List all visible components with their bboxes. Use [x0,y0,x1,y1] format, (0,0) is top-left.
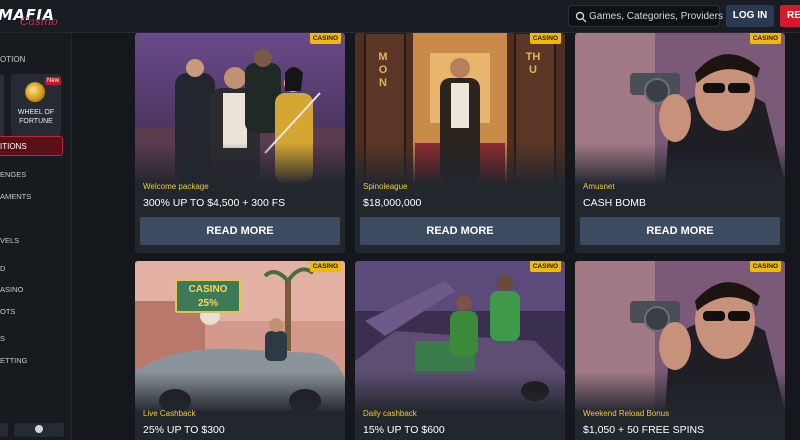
casino-sign: CASINO 25% [175,279,241,313]
read-more-button[interactable]: READ MORE [580,217,780,245]
sidebar: OTION New WHEEL OF FORTUNE ITIONS ENGES … [0,33,72,440]
category-badge: CASINO [529,33,561,44]
sidebar-item-levels[interactable]: VELS [0,236,19,245]
sidebar-item-promotions[interactable]: ITIONS [0,136,63,156]
promo-card-welcome[interactable]: CASINO Welcome package 300% UP TO $4,500… [135,33,345,253]
promo-card-cash-bomb[interactable]: CASINO Amusnet CASH BOMB READ MORE [575,33,785,253]
wheel-of-fortune-label: WHEEL OF FORTUNE [11,108,61,126]
promo-subtitle: Live Cashback [143,409,196,418]
sidebar-item-tournaments[interactable]: AMENTS [0,192,31,201]
promo-card-weekend-reload[interactable]: CASINO Weekend Reload Bonus $1,050 + 50 … [575,261,785,440]
category-badge: CASINO [529,261,561,272]
promo-title: $18,000,000 [363,197,422,209]
promo-card-spinoleague[interactable]: MON THU CASINO Spinoleague $18,000,000 R… [355,33,565,253]
sidebar-item-d[interactable]: D [0,264,5,273]
search-placeholder: Games, Categories, Providers [589,11,723,22]
sidebar-item-betting[interactable]: ETTING [0,356,28,365]
promo-title: 25% UP TO $300 [143,424,225,436]
promo-title: 15% UP TO $600 [363,424,445,436]
wheel-label-line1: WHEEL OF [17,109,55,116]
category-badge: CASINO [749,33,781,44]
category-badge: CASINO [749,261,781,272]
search-icon [575,10,587,23]
art-fade [575,371,785,411]
category-badge: CASINO [309,261,341,272]
sidebar-item-casino[interactable]: ASINO [0,285,23,294]
search-input[interactable]: Games, Categories, Providers [568,5,723,27]
support-icon [35,425,43,433]
sidebar-item-challenges[interactable]: ENGES [0,170,26,179]
promo-card-daily-cashback[interactable]: CASINO Daily cashback 15% UP TO $600 [355,261,565,440]
page: MAFIA Casino Games, Categories, Provider… [0,0,800,440]
promotions-grid: CASINO Welcome package 300% UP TO $4,500… [72,33,800,440]
door-text-right: THU [525,51,541,76]
sidebar-bottom-controls [0,419,72,440]
sidebar-section-title: OTION [0,55,26,64]
category-badge: CASINO [309,33,341,44]
sidebar-item-label: ITIONS [0,142,27,151]
art-fade [355,371,565,411]
sidebar-promo-thumb[interactable] [0,75,4,137]
top-header: MAFIA Casino Games, Categories, Provider… [0,0,800,33]
art-fade [135,371,345,411]
sidebar-bottom-left-button[interactable] [0,423,8,437]
sidebar-item-s[interactable]: S [0,334,5,343]
promo-subtitle: Weekend Reload Bonus [583,409,670,418]
casino-sign-line2: 25% [197,298,218,309]
casino-sign-line1: CASINO [188,284,228,295]
new-badge: New [45,77,62,85]
wheel-label-line2: FORTUNE [19,118,53,125]
promo-subtitle: Welcome package [143,182,209,191]
login-button[interactable]: LOG IN [726,5,774,27]
promo-subtitle: Spinoleague [363,182,408,191]
door-text-left: MON [378,51,388,89]
coin-icon [25,82,45,102]
logo-sub-text: Casino [20,15,58,28]
promo-card-live-cashback[interactable]: CASINO 25% CASINO Live Cashback 25% UP T… [135,261,345,440]
promo-subtitle: Daily cashback [363,409,417,418]
promo-subtitle: Amusnet [583,182,615,191]
wheel-of-fortune-tile[interactable]: New WHEEL OF FORTUNE [11,74,62,136]
read-more-button[interactable]: READ MORE [140,217,340,245]
art-fade [355,143,565,183]
register-button[interactable]: RE [780,5,800,27]
promo-title: CASH BOMB [583,197,647,209]
promo-title: 300% UP TO $4,500 + 300 FS [143,197,286,209]
art-fade [135,143,345,183]
art-fade [575,143,785,183]
logo[interactable]: MAFIA Casino [0,4,60,28]
sidebar-item-slots[interactable]: OTS [0,307,15,316]
support-button[interactable] [14,423,64,437]
promo-title: $1,050 + 50 FREE SPINS [583,424,705,436]
read-more-button[interactable]: READ MORE [360,217,560,245]
